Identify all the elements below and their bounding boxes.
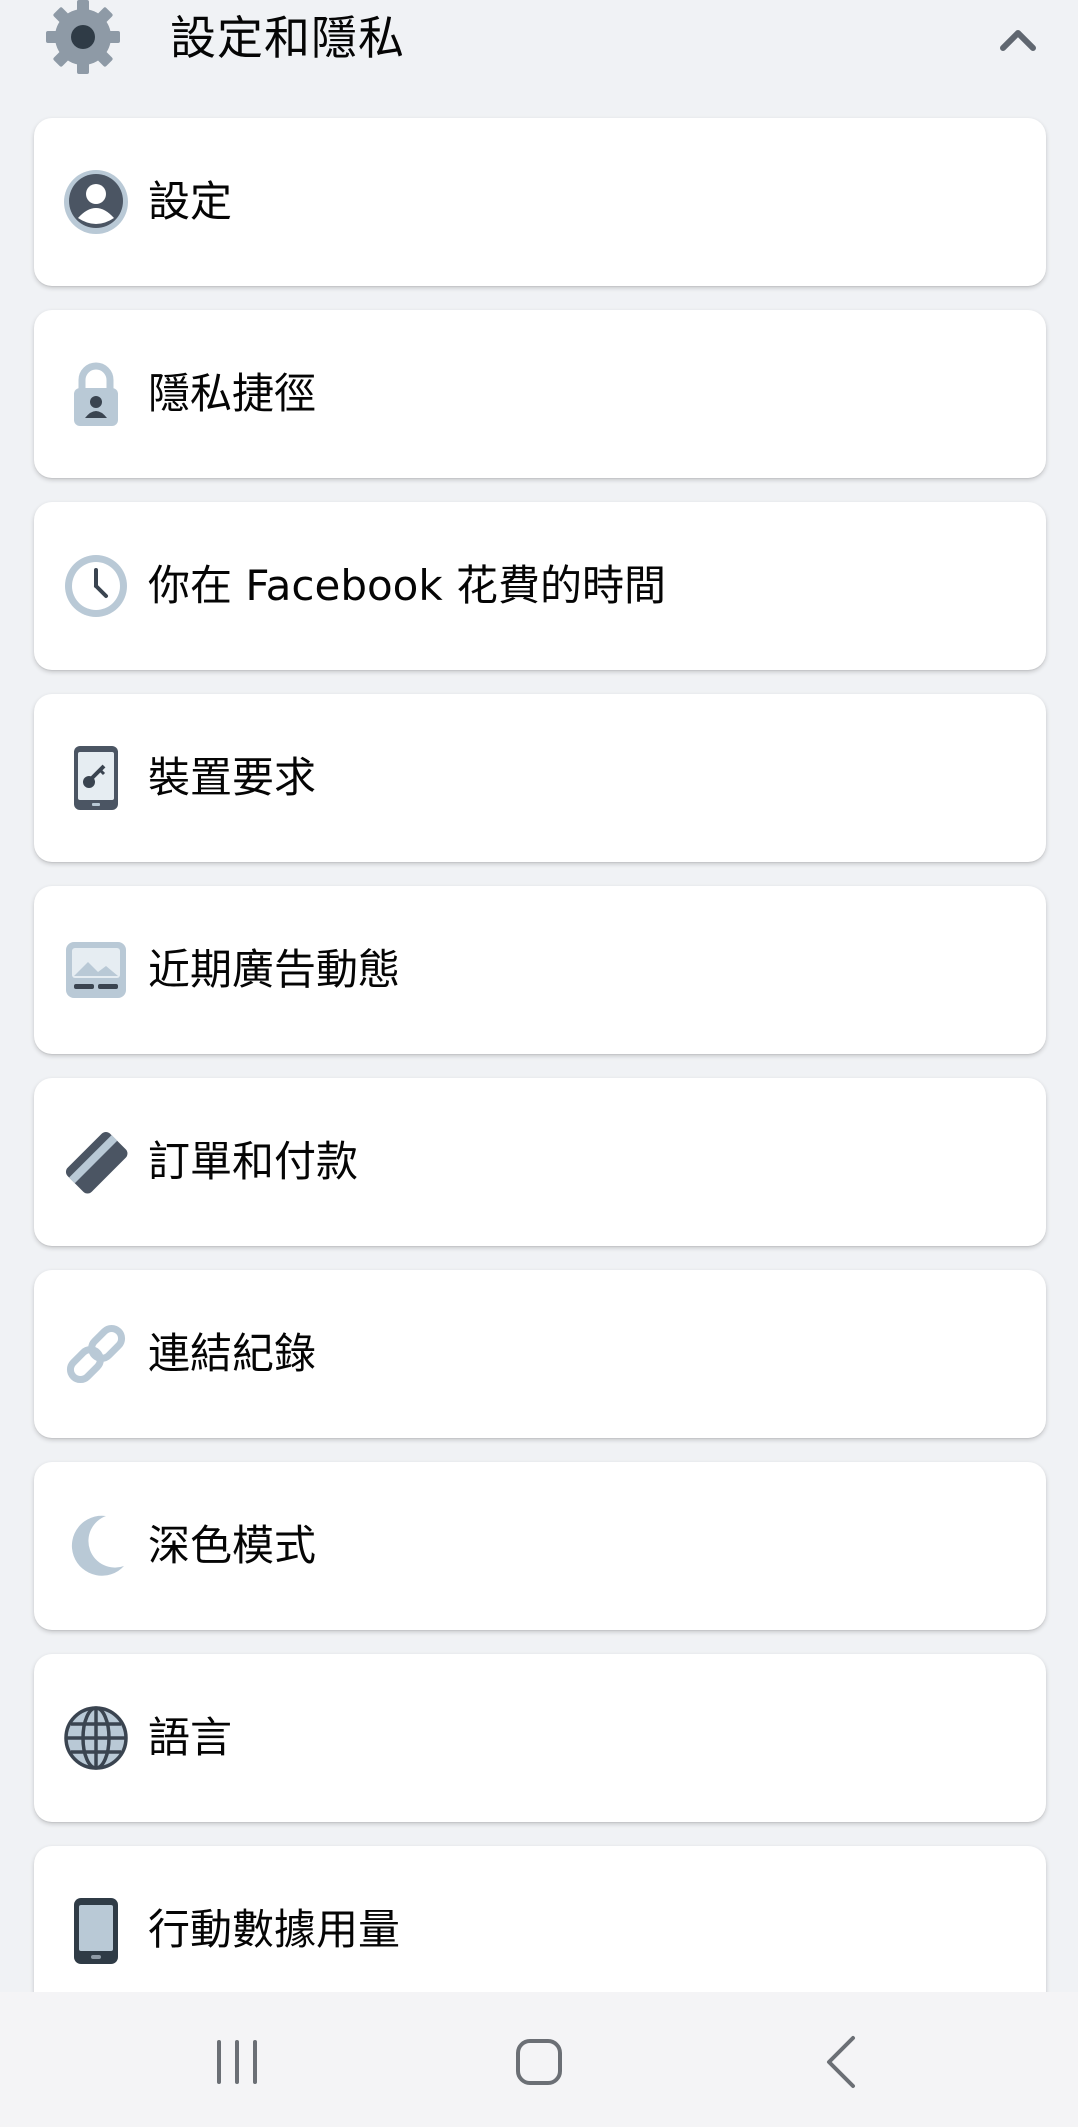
recent-apps-button[interactable]	[197, 2022, 277, 2102]
back-button[interactable]	[801, 2022, 881, 2102]
system-navigation-bar	[0, 1992, 1078, 2127]
menu-item-orders-payments[interactable]: 訂單和付款	[34, 1078, 1046, 1246]
menu-item-label: 設定	[148, 177, 233, 226]
menu-item-label: 深色模式	[148, 1521, 317, 1570]
menu-item-label: 近期廣告動態	[148, 945, 401, 994]
link-icon	[66, 1324, 126, 1384]
menu-item-label: 你在 Facebook 花費的時間	[148, 561, 667, 610]
home-button[interactable]	[499, 2022, 579, 2102]
recent-apps-icon	[217, 2040, 257, 2084]
card-icon	[65, 1131, 128, 1194]
globe-icon	[64, 1706, 128, 1770]
ad-image-icon	[66, 942, 126, 998]
lock-icon	[74, 362, 118, 426]
menu-item-label: 隱私捷徑	[148, 369, 317, 418]
gear-icon	[46, 0, 120, 74]
phone-key-icon	[74, 746, 118, 810]
account-icon	[64, 170, 128, 234]
menu-item-link-history[interactable]: 連結紀錄	[34, 1270, 1046, 1438]
menu-item-privacy-shortcuts[interactable]: 隱私捷徑	[34, 310, 1046, 478]
menu-item-time-on-facebook[interactable]: 你在 Facebook 花費的時間	[34, 502, 1046, 670]
page-title: 設定和隱私	[170, 11, 405, 65]
menu-item-mobile-data[interactable]: 行動數據用量	[34, 1846, 1046, 2014]
menu-item-label: 訂單和付款	[148, 1137, 359, 1186]
home-icon	[516, 2039, 562, 2085]
menu-item-dark-mode[interactable]: 深色模式	[34, 1462, 1046, 1630]
menu-item-language[interactable]: 語言	[34, 1654, 1046, 1822]
menu-item-device-requests[interactable]: 裝置要求	[34, 694, 1046, 862]
chevron-up-icon[interactable]	[995, 22, 1041, 56]
moon-icon	[71, 1515, 124, 1576]
menu-item-settings[interactable]: 設定	[34, 118, 1046, 286]
menu-item-label: 語言	[148, 1713, 233, 1762]
back-icon	[827, 2036, 855, 2088]
menu-item-label: 連結紀錄	[148, 1329, 317, 1378]
menu-item-label: 行動數據用量	[148, 1905, 401, 1954]
menu-item-recent-ad-activity[interactable]: 近期廣告動態	[34, 886, 1046, 1054]
menu-item-label: 裝置要求	[148, 753, 317, 802]
phone-icon	[74, 1898, 118, 1964]
settings-privacy-header[interactable]: 設定和隱私	[0, 0, 1078, 90]
clock-icon	[65, 555, 127, 617]
